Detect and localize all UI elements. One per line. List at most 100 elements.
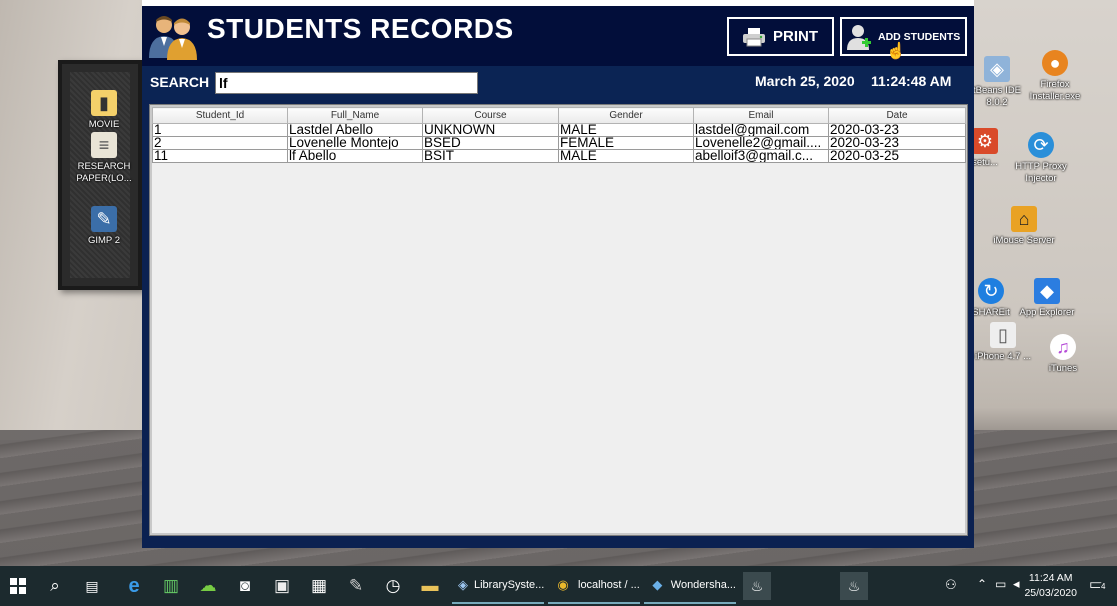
desktop-icon-label: MOVIE <box>88 119 120 130</box>
add-user-icon <box>847 24 871 50</box>
taskbar-camera[interactable]: ◙ <box>231 572 259 600</box>
camera-icon: ◙ <box>239 576 251 595</box>
current-date: March 25, 2020 <box>755 73 855 89</box>
desktop-icon-label: SHAREit <box>972 307 1010 318</box>
table-row[interactable]: 2 Lovenelle Montejo BSED FEMALE Lovenell… <box>152 136 966 150</box>
hand-cursor-icon: ☝ <box>886 43 906 60</box>
table-header-row: Student_Id Full_Name Course Gender Email… <box>152 107 966 124</box>
cell-email: Lovenelle2@gmail.... <box>693 136 829 150</box>
taskbar-paint[interactable]: ✎ <box>342 572 370 600</box>
cloud-icon: ☁ <box>199 576 217 595</box>
desktop-icon-imouse[interactable]: ⌂ iMouse Server <box>989 206 1059 247</box>
page-title: STUDENTS RECORDS <box>207 13 514 44</box>
taskbar-file-explorer[interactable]: ▬ <box>416 572 444 600</box>
app-header: STUDENTS RECORDS PRINT ADD STUDENTS ☝ <box>142 6 974 66</box>
wondershare-icon: ◆ <box>652 577 663 592</box>
taskbar: ⌕ ▤ e ▥ ☁ ◙ ▣ ▦ ✎ ◷ ▬ ◈ LibrarySyste... … <box>0 566 1117 606</box>
cell-course: BSIT <box>422 149 559 163</box>
column-header-full-name[interactable]: Full_Name <box>287 107 423 124</box>
print-button[interactable]: PRINT <box>727 17 834 56</box>
calculator-icon: ▦ <box>310 576 328 595</box>
desktop-icon-http-proxy[interactable]: ⟳ HTTP Proxy Injector <box>1006 132 1076 185</box>
volume-icon[interactable]: ◂ <box>1013 576 1020 592</box>
desktop-icon-label: App Explorer <box>1019 307 1075 318</box>
cell-gender: MALE <box>558 123 694 137</box>
chevron-up-icon[interactable]: ⌃ <box>977 577 987 591</box>
taskbar-calculator[interactable]: ▦ <box>305 572 333 600</box>
taskbar-app-label: Wondersha... <box>670 579 736 591</box>
column-header-student-id[interactable]: Student_Id <box>152 107 288 124</box>
notes-icon: ▥ <box>162 576 180 595</box>
desktop-icon-app-explorer[interactable]: ◆ App Explorer <box>1012 278 1082 319</box>
cell-email: lastdel@gmail.com <box>693 123 829 137</box>
search-icon: ⌕ <box>50 576 60 595</box>
clock-time: 11:24 AM <box>1028 572 1073 584</box>
current-time: 11:24:48 AM <box>871 73 952 89</box>
desktop-icon-label: iTunes <box>1048 363 1078 374</box>
table-row[interactable]: 1 Lastdel Abello UNKNOWN MALE lastdel@gm… <box>152 123 966 137</box>
desktop-icon-label: iMouse Server <box>993 235 1055 246</box>
column-header-email[interactable]: Email <box>693 107 829 124</box>
task-view-button[interactable]: ▤ <box>78 572 106 600</box>
taskbar-store[interactable]: ▣ <box>268 572 296 600</box>
taskbar-app-label: localhost / ... <box>578 579 640 591</box>
records-table: Student_Id Full_Name Course Gender Email… <box>152 107 966 163</box>
desktop-icon-label: GIMP 2 <box>87 235 121 246</box>
taskbar-edge[interactable]: e <box>120 572 148 600</box>
itunes-icon: ♫ <box>1050 334 1076 360</box>
start-button[interactable] <box>4 572 32 600</box>
chrome-icon: ◉ <box>557 577 569 592</box>
cell-full-name: Lastdel Abello <box>287 123 423 137</box>
column-header-course[interactable]: Course <box>422 107 559 124</box>
desktop-icon-label: RESEARCH PAPER(LO... <box>76 161 132 184</box>
network-icon[interactable]: ▭ <box>995 577 1006 591</box>
add-students-button[interactable]: ADD STUDENTS ☝ <box>840 17 967 60</box>
taskbar-java-app-2[interactable]: ♨ <box>840 572 868 600</box>
cell-student-id: 1 <box>152 123 288 137</box>
desktop-icon-firefox-installer[interactable]: ● Firefox Installer.exe <box>1020 50 1090 103</box>
taskbar-cloud[interactable]: ☁ <box>194 572 222 600</box>
edge-icon: e <box>128 574 140 597</box>
taskbar-clock[interactable]: 11:24 AM 25/03/2020 <box>1024 571 1077 601</box>
desktop-icon-gimp[interactable]: ✎ GIMP 2 <box>73 206 135 247</box>
taskbar-java-app-1[interactable]: ♨ <box>743 572 771 600</box>
notification-button[interactable]: ▭ 4 <box>1089 575 1109 595</box>
clock-date: 25/03/2020 <box>1024 587 1077 599</box>
search-bar: SEARCH March 25, 2020 11:24:48 AM <box>142 66 974 100</box>
netbeans-icon: ◈ <box>458 577 468 592</box>
java-icon: ♨ <box>750 577 764 594</box>
taskbar-app-librarysystem[interactable]: ◈ LibrarySyste... <box>452 568 544 604</box>
folder-icon: ▬ <box>421 576 439 595</box>
taskbar-app-chrome[interactable]: ◉ localhost / ... <box>548 568 640 604</box>
people-icon[interactable]: ⚇ <box>945 577 957 593</box>
alarm-icon: ◷ <box>385 576 401 595</box>
taskbar-app-wondershare[interactable]: ◆ Wondersha... <box>644 568 736 604</box>
desktop-icon-label: HTTP Proxy Injector <box>1015 161 1067 184</box>
search-label: SEARCH <box>150 74 210 90</box>
cell-gender: FEMALE <box>558 136 694 150</box>
column-header-gender[interactable]: Gender <box>558 107 694 124</box>
task-view-icon: ▤ <box>85 577 99 594</box>
setup-icon: ⚙ <box>972 128 998 154</box>
phone-icon: ▯ <box>990 322 1016 348</box>
desktop-icon-itunes[interactable]: ♫ iTunes <box>1028 334 1098 375</box>
paint-icon: ✎ <box>348 576 364 595</box>
desktop-icon-research[interactable]: ≡ RESEARCH PAPER(LO... <box>73 132 135 185</box>
records-table-panel[interactable]: Student_Id Full_Name Course Gender Email… <box>149 104 968 536</box>
desktop-icon-label: iPhone 4.7 ... <box>975 351 1031 362</box>
cell-date: 2020-03-23 <box>828 123 966 137</box>
desktop-icon-movie[interactable]: ▮ MOVIE <box>73 90 135 131</box>
table-row[interactable]: 11 lf Abello BSIT MALE abelloif3@gmail.c… <box>152 149 966 163</box>
system-tray: ⚇ ⌃ ▭ ◂ 11:24 AM 25/03/2020 ▭ 4 <box>927 566 1117 606</box>
search-input[interactable] <box>215 72 478 94</box>
taskbar-notes[interactable]: ▥ <box>157 572 185 600</box>
taskbar-clock-app[interactable]: ◷ <box>379 572 407 600</box>
search-button[interactable]: ⌕ <box>41 572 69 600</box>
proxy-icon: ⟳ <box>1028 132 1054 158</box>
windows-icon <box>10 578 26 594</box>
cell-email: abelloif3@gmail.c... <box>693 149 829 163</box>
cell-date: 2020-03-25 <box>828 149 966 163</box>
cell-student-id: 2 <box>152 136 288 150</box>
cell-course: BSED <box>422 136 559 150</box>
column-header-date[interactable]: Date <box>828 107 966 124</box>
